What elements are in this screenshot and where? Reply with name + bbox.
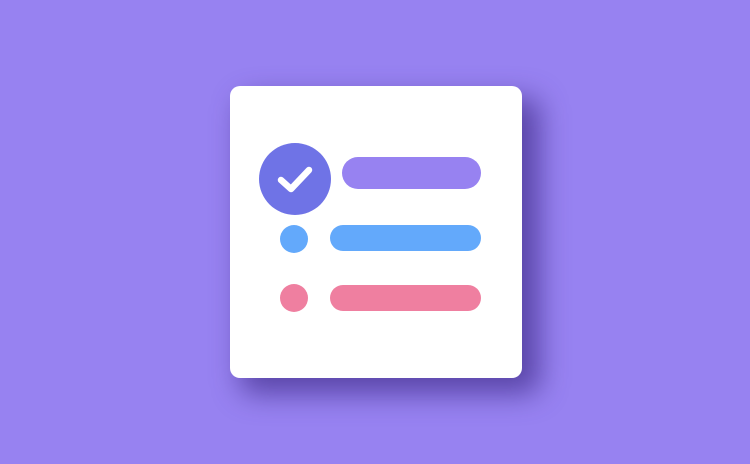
checklist-line-3 — [330, 285, 481, 311]
checklist-line-1 — [342, 157, 481, 189]
bullet-dot-2 — [280, 225, 308, 253]
app-icon-background — [0, 0, 750, 464]
bullet-dot-3 — [280, 284, 308, 312]
checklist-icon — [230, 86, 522, 378]
checklist-line-2 — [330, 225, 481, 251]
check-badge — [259, 143, 331, 215]
check-icon — [277, 166, 313, 193]
